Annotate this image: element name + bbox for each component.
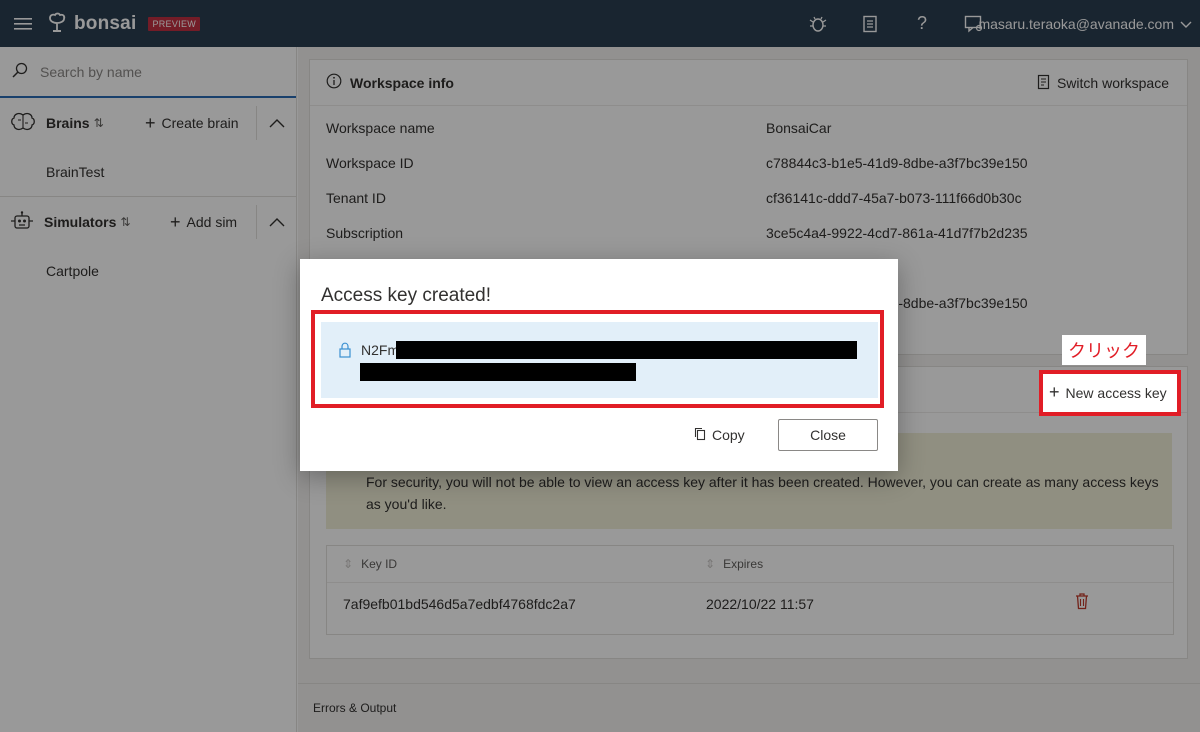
click-annotation: クリック <box>1062 335 1146 365</box>
copy-label: Copy <box>712 427 745 443</box>
new-access-key-button-highlighted[interactable]: + New access key <box>1049 382 1167 403</box>
new-access-key-highlight: + New access key <box>1039 370 1181 416</box>
close-button[interactable]: Close <box>778 419 878 451</box>
access-key-highlight <box>311 310 884 408</box>
copy-button[interactable]: Copy <box>694 419 745 451</box>
dialog-title: Access key created! <box>321 285 492 306</box>
copy-icon <box>694 427 706 444</box>
new-access-key-label: New access key <box>1065 384 1167 401</box>
plus-icon: + <box>1049 382 1060 402</box>
